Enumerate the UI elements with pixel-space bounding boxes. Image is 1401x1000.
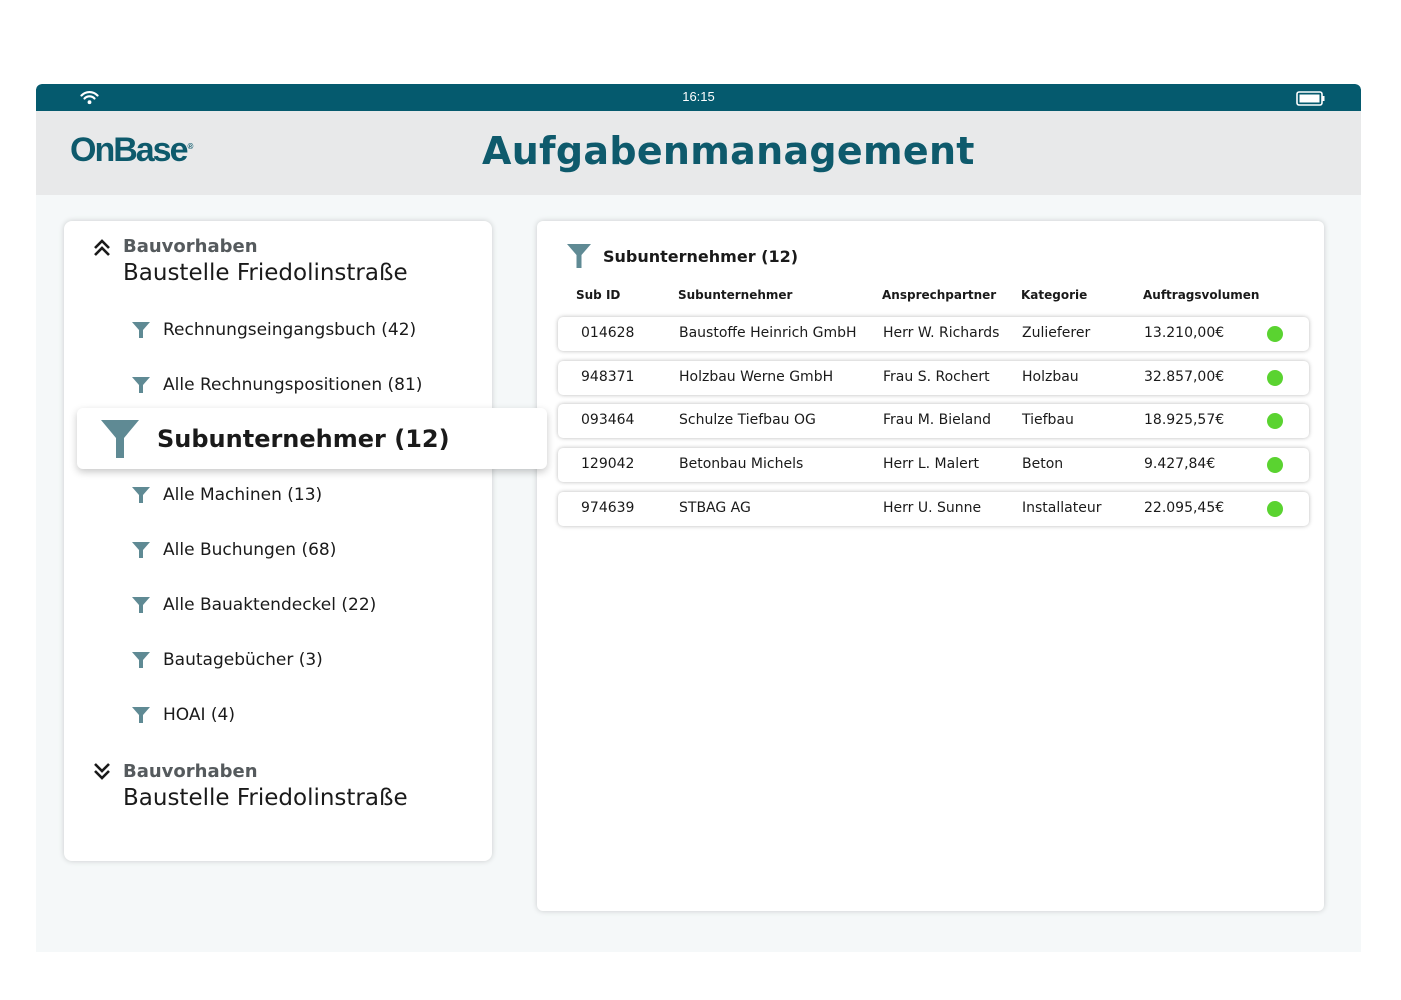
cell-ansprechpartner: Frau M. Bieland xyxy=(883,412,992,428)
filter-icon xyxy=(132,707,150,723)
cell-auftragsvolumen: 9.427,84€ xyxy=(1144,456,1216,472)
group-name: Baustelle Friedolinstraße xyxy=(123,785,408,811)
cell-sub-id: 129042 xyxy=(581,456,635,472)
column-header-subunternehmer[interactable]: Subunternehmer xyxy=(678,288,792,302)
filter-icon xyxy=(132,322,150,338)
sidebar-item-label: Alle Rechnungspositionen (81) xyxy=(163,375,423,395)
status-indicator xyxy=(1267,413,1283,429)
column-header-kategorie[interactable]: Kategorie xyxy=(1021,288,1087,302)
sidebar-item-label: Alle Bauaktendeckel (22) xyxy=(163,595,377,615)
cell-kategorie: Zulieferer xyxy=(1022,325,1091,341)
cell-kategorie: Holzbau xyxy=(1022,369,1079,385)
sidebar-item-alle-rechnungspositionen[interactable]: Alle Rechnungspositionen (81) xyxy=(132,373,422,397)
sidebar-item-label: Alle Buchungen (68) xyxy=(163,540,337,560)
cell-ansprechpartner: Herr U. Sunne xyxy=(883,500,982,516)
sidebar-item-rechnungseingangsbuch[interactable]: Rechnungseingangsbuch (42) xyxy=(132,318,416,342)
table-row[interactable]: 093464 Schulze Tiefbau OG Frau M. Bielan… xyxy=(558,404,1309,438)
cell-subunternehmer: Holzbau Werne GmbH xyxy=(679,369,834,385)
column-header-sub-id[interactable]: Sub ID xyxy=(576,288,620,302)
panel-header: Subunternehmer (12) xyxy=(567,243,798,269)
clock: 16:15 xyxy=(682,89,715,104)
cell-ansprechpartner: Herr W. Richards xyxy=(883,325,1000,341)
filter-icon xyxy=(132,542,150,558)
battery-icon xyxy=(1296,91,1325,106)
group-name: Baustelle Friedolinstraße xyxy=(123,260,408,286)
cell-subunternehmer: Betonbau Michels xyxy=(679,456,804,472)
table-row[interactable]: 948371 Holzbau Werne GmbH Frau S. Rocher… xyxy=(558,361,1309,395)
cell-kategorie: Installateur xyxy=(1022,500,1102,516)
chevron-double-up-icon[interactable] xyxy=(92,238,112,258)
onbase-logo[interactable]: OnBase® xyxy=(70,131,193,170)
filter-icon xyxy=(132,652,150,668)
panel-title: Subunternehmer (12) xyxy=(603,246,799,266)
sidebar-item-hoai[interactable]: HOAI (4) xyxy=(132,703,235,727)
cell-subunternehmer: STBAG AG xyxy=(679,500,751,516)
cell-auftragsvolumen: 22.095,45€ xyxy=(1144,500,1225,516)
group-label: Bauvorhaben xyxy=(123,236,258,257)
cell-ansprechpartner: Frau S. Rochert xyxy=(883,369,990,385)
table-row[interactable]: 974639 STBAG AG Herr U. Sunne Installate… xyxy=(558,492,1309,526)
cell-auftragsvolumen: 32.857,00€ xyxy=(1144,369,1225,385)
sidebar-item-alle-bauaktendeckel[interactable]: Alle Bauaktendeckel (22) xyxy=(132,593,376,617)
group-label: Bauvorhaben xyxy=(123,761,258,782)
table-row[interactable]: 129042 Betonbau Michels Herr L. Malert B… xyxy=(558,448,1309,482)
filter-icon xyxy=(132,377,150,393)
sidebar-item-alle-buchungen[interactable]: Alle Buchungen (68) xyxy=(132,538,336,562)
cell-auftragsvolumen: 18.925,57€ xyxy=(1144,412,1225,428)
status-indicator xyxy=(1267,501,1283,517)
cell-sub-id: 014628 xyxy=(581,325,635,341)
cell-subunternehmer: Baustoffe Heinrich GmbH xyxy=(679,325,857,341)
cell-auftragsvolumen: 13.210,00€ xyxy=(1144,325,1225,341)
status-indicator xyxy=(1267,457,1283,473)
chevron-double-down-icon[interactable] xyxy=(92,761,112,781)
sidebar-panel: Bauvorhaben Baustelle Friedolinstraße Re… xyxy=(64,221,492,861)
content-panel: Subunternehmer (12) Sub ID Subunternehme… xyxy=(537,221,1324,911)
status-indicator xyxy=(1267,326,1283,342)
sidebar-item-bautagebuecher[interactable]: Bautagebücher (3) xyxy=(132,648,323,672)
status-indicator xyxy=(1267,370,1283,386)
page-title: Aufgabenmanagement xyxy=(482,129,975,173)
cell-sub-id: 948371 xyxy=(581,369,635,385)
sidebar-item-alle-machinen[interactable]: Alle Machinen (13) xyxy=(132,483,322,507)
sidebar-item-label: Alle Machinen (13) xyxy=(163,485,323,505)
status-bar: 16:15 xyxy=(36,84,1361,111)
cell-sub-id: 974639 xyxy=(581,500,635,516)
filter-icon xyxy=(101,419,139,458)
sidebar-item-label: Subunternehmer (12) xyxy=(157,424,450,453)
sidebar-item-label: Bautagebücher (3) xyxy=(163,650,323,670)
cell-kategorie: Beton xyxy=(1022,456,1064,472)
cell-kategorie: Tiefbau xyxy=(1022,412,1074,428)
filter-icon xyxy=(567,244,591,268)
cell-sub-id: 093464 xyxy=(581,412,635,428)
filter-icon xyxy=(132,597,150,613)
filter-icon xyxy=(132,487,150,503)
app-header: OnBase® Aufgabenmanagement xyxy=(36,111,1361,195)
sidebar-item-subunternehmer-active[interactable]: Subunternehmer (12) xyxy=(77,408,547,469)
table-row[interactable]: 014628 Baustoffe Heinrich GmbH Herr W. R… xyxy=(558,317,1309,351)
column-header-auftragsvolumen[interactable]: Auftragsvolumen xyxy=(1143,288,1259,302)
cell-subunternehmer: Schulze Tiefbau OG xyxy=(679,412,816,428)
sidebar-item-label: Rechnungseingangsbuch (42) xyxy=(163,320,417,340)
cell-ansprechpartner: Herr L. Malert xyxy=(883,456,979,472)
sidebar-item-label: HOAI (4) xyxy=(163,705,235,725)
column-header-ansprechpartner[interactable]: Ansprechpartner xyxy=(882,288,996,302)
